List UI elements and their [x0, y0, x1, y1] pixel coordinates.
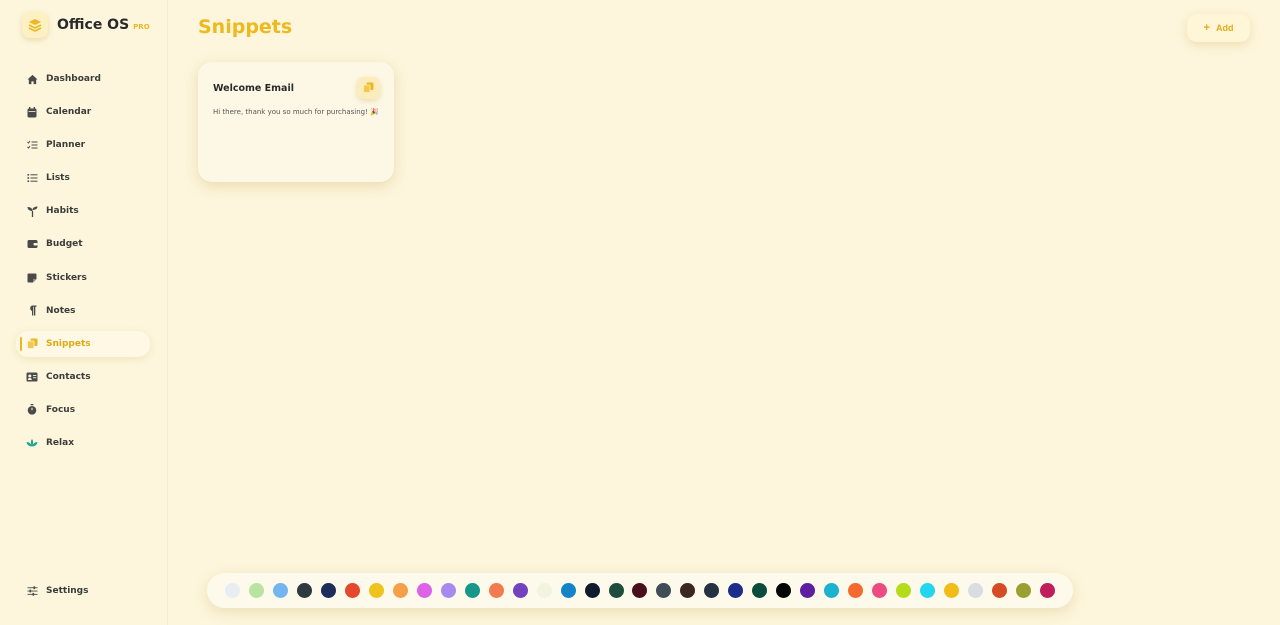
color-swatch[interactable] — [440, 583, 456, 598]
sidebar-item-snippets[interactable]: Snippets — [16, 330, 150, 357]
sidebar-item-label: Habits — [46, 206, 79, 217]
color-swatch[interactable] — [488, 583, 504, 598]
sidebar-item-stickers[interactable]: Stickers — [16, 265, 150, 291]
sidebar-item-label: Dashboard — [46, 74, 101, 84]
color-swatch[interactable] — [968, 583, 984, 598]
sidebar-item-budget[interactable]: Budget — [16, 231, 150, 257]
color-swatch[interactable] — [368, 583, 384, 598]
color-swatch[interactable] — [1016, 583, 1031, 598]
color-swatch[interactable] — [560, 583, 576, 598]
color-swatch[interactable] — [680, 583, 696, 598]
color-swatch[interactable] — [896, 583, 912, 598]
color-swatch[interactable] — [776, 583, 792, 598]
layers-icon — [22, 12, 48, 38]
wallet-icon — [26, 238, 38, 250]
color-swatch[interactable] — [920, 583, 936, 598]
snippet-card[interactable]: Welcome Email Hi there, thank you so muc… — [198, 62, 394, 182]
page-title: Snippets — [198, 16, 293, 38]
color-swatch[interactable] — [872, 583, 888, 598]
home-icon — [26, 73, 38, 85]
sidebar-item-label: Planner — [46, 140, 86, 151]
copy-icon — [363, 81, 374, 96]
sidebar-item-dashboard[interactable]: Dashboard — [16, 66, 150, 92]
color-palette — [207, 573, 1073, 608]
sidebar-item-label: Calendar — [46, 107, 92, 118]
copy-icon — [26, 338, 38, 350]
sidebar-item-label: Snippets — [46, 338, 91, 349]
calendar-icon — [26, 106, 38, 118]
sidebar-item-calendar[interactable]: Calendar — [16, 99, 150, 125]
sidebar-item-habits[interactable]: Habits — [16, 198, 150, 224]
sidebar: Office OS PRO Dashboard Calendar Planner — [0, 0, 168, 625]
color-swatch[interactable] — [248, 583, 264, 598]
list-icon — [26, 172, 38, 184]
color-swatch[interactable] — [824, 583, 840, 598]
plus-icon: + — [1203, 22, 1210, 34]
sliders-icon — [26, 585, 38, 597]
paragraph-icon — [26, 305, 38, 317]
sidebar-item-notes[interactable]: Notes — [16, 298, 150, 324]
add-button[interactable]: + Add — [1187, 14, 1250, 42]
snippet-body: Hi there, thank you so much for purchasi… — [213, 108, 379, 116]
sidebar-item-label: Lists — [46, 173, 70, 184]
pro-badge: PRO — [133, 23, 150, 31]
sidebar-item-label: Relax — [46, 438, 74, 449]
color-swatch[interactable] — [992, 583, 1008, 598]
sticker-icon — [26, 272, 38, 284]
sprout-icon — [26, 205, 38, 217]
sidebar-item-label: Contacts — [46, 371, 91, 382]
color-swatch[interactable] — [944, 583, 960, 598]
color-swatch[interactable] — [800, 583, 816, 598]
id-card-icon — [26, 371, 38, 383]
color-swatch[interactable] — [320, 583, 336, 598]
timer-icon — [26, 404, 38, 416]
add-button-label: Add — [1215, 23, 1234, 33]
color-swatch[interactable] — [272, 583, 288, 598]
color-swatch[interactable] — [704, 583, 720, 598]
color-swatch[interactable] — [656, 583, 672, 598]
sidebar-item-settings[interactable]: Settings — [16, 578, 150, 604]
sidebar-item-relax[interactable]: Relax — [16, 430, 150, 456]
settings-label: Settings — [46, 586, 89, 596]
color-swatch[interactable] — [344, 583, 360, 598]
color-swatch[interactable] — [632, 583, 648, 598]
checklist-icon — [26, 139, 38, 151]
sidebar-item-planner[interactable]: Planner — [16, 132, 150, 158]
color-swatch[interactable] — [464, 583, 480, 598]
color-swatch[interactable] — [848, 583, 864, 598]
snippet-title: Welcome Email — [213, 83, 294, 94]
sidebar-item-lists[interactable]: Lists — [16, 165, 150, 191]
brand[interactable]: Office OS PRO — [22, 12, 150, 38]
sidebar-item-contacts[interactable]: Contacts — [16, 364, 150, 390]
sidebar-item-label: Focus — [46, 404, 76, 415]
color-swatch[interactable] — [296, 583, 312, 598]
sidebar-item-label: Stickers — [46, 272, 87, 283]
color-swatch[interactable] — [1039, 583, 1055, 598]
color-swatch[interactable] — [225, 583, 240, 598]
color-swatch[interactable] — [608, 583, 624, 598]
app-name: Office OS — [57, 17, 130, 33]
sidebar-item-label: Budget — [46, 239, 83, 250]
color-swatch[interactable] — [536, 583, 552, 598]
sidebar-item-focus[interactable]: Focus — [16, 397, 150, 423]
color-swatch[interactable] — [392, 583, 408, 598]
color-swatch[interactable] — [728, 583, 744, 598]
sidebar-nav: Dashboard Calendar Planner Lists Habits — [16, 66, 150, 463]
color-swatch[interactable] — [752, 583, 768, 598]
color-swatch[interactable] — [584, 583, 600, 598]
color-swatch[interactable] — [416, 583, 432, 598]
sidebar-item-label: Notes — [46, 305, 76, 316]
lotus-icon — [26, 437, 38, 449]
copy-button[interactable] — [357, 77, 380, 99]
color-swatch[interactable] — [512, 583, 528, 598]
